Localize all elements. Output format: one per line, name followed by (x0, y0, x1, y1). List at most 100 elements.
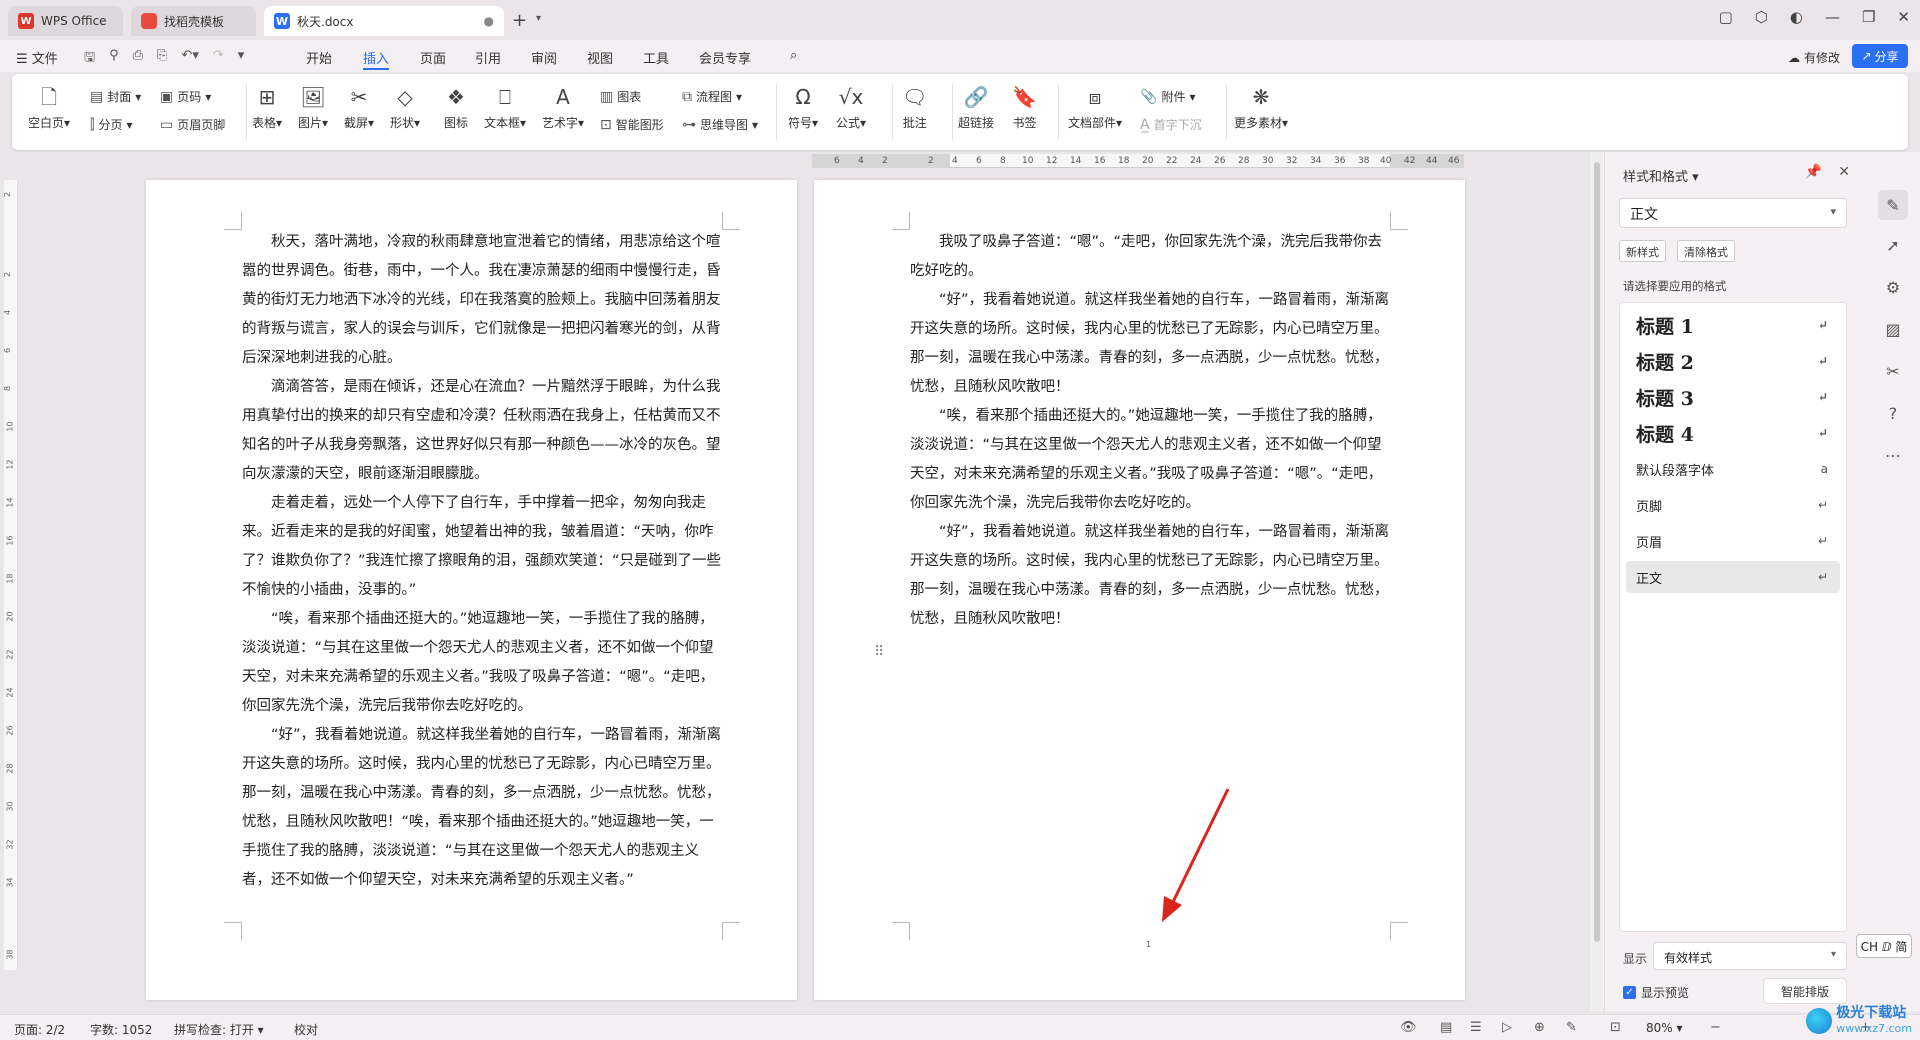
spellcheck-status[interactable]: 拼写检查: 打开 ▾ (174, 1021, 264, 1038)
restore-layout-icon[interactable]: ▢ (1719, 8, 1733, 26)
menu-page[interactable]: 页面 (420, 48, 446, 67)
scrollbar-thumb[interactable] (1594, 162, 1600, 942)
symbol-button[interactable]: Ω 符号▾ (788, 84, 818, 131)
paragraph[interactable]: 滴滴答答，是雨在倾诉，还是心在流血？一片黯然浮于眼眸，为什么我用真挚付出的换来的… (242, 373, 724, 489)
pen-icon[interactable]: ✎ (1566, 1020, 1577, 1035)
more-assets-button[interactable]: ❋ 更多素材▾ (1234, 84, 1288, 131)
zoom-level[interactable]: 80% ▾ (1646, 1021, 1683, 1035)
fit-page-icon[interactable]: ⊡ (1610, 1020, 1621, 1035)
select-cursor-icon[interactable]: ➚ (1882, 234, 1904, 256)
doc-parts-button[interactable]: ⧈ 文档部件▾ (1068, 84, 1122, 131)
current-style-select[interactable]: 正文 ▾ (1619, 198, 1847, 228)
proofread-button[interactable]: 校对 (294, 1021, 318, 1038)
attachment-button[interactable]: 📎 附件 ▾ (1140, 88, 1195, 105)
play-icon[interactable]: ▷ (1502, 1020, 1512, 1035)
print-preview-icon[interactable]: ⎘ (157, 48, 167, 70)
drop-cap-button[interactable]: A̲ 首字下沉 (1140, 116, 1202, 133)
vertical-scrollbar[interactable] (1590, 152, 1604, 1012)
icon-button[interactable]: ❖ 图标 (444, 84, 468, 131)
more-quick-icon[interactable]: ▾ (238, 48, 245, 70)
style-normal[interactable]: 正文 ↵ (1626, 561, 1840, 593)
tab-close-dot-icon[interactable]: ● (484, 14, 494, 28)
file-menu[interactable]: ☰ 文件 (16, 48, 58, 67)
adjust-sliders-icon[interactable]: ⚙ (1882, 276, 1904, 298)
share-button[interactable]: ↗ 分享 (1852, 44, 1908, 68)
formula-button[interactable]: √x 公式▾ (836, 84, 866, 131)
new-tab-dropdown-icon[interactable]: ▾ (536, 13, 541, 24)
show-preview-checkbox[interactable]: ✓ 显示预览 (1623, 984, 1689, 1001)
user-avatar-icon[interactable]: ◐ (1790, 8, 1803, 26)
smart-shape-button[interactable]: ⊡ 智能图形 (600, 116, 664, 133)
screenshot-button[interactable]: ✂ 截屏▾ (344, 84, 374, 131)
paragraph[interactable]: 我吸了吸鼻子答道：“嗯”。“走吧，你回家先洗个澡，洗完后我带你去吃好吃的。 (910, 228, 1392, 286)
document-page-2[interactable]: 我吸了吸鼻子答道：“嗯”。“走吧，你回家先洗个澡，洗完后我带你去吃好吃的。 “好… (814, 180, 1465, 1000)
more-icon[interactable]: ⋯ (1882, 444, 1904, 466)
panel-title[interactable]: 样式和格式 ▾ (1623, 166, 1699, 185)
menu-tools[interactable]: 工具 (643, 48, 669, 67)
pin-icon[interactable]: 📌 (1805, 164, 1822, 180)
header-footer-button[interactable]: ▭ 页眉页脚 (160, 116, 225, 133)
smart-layout-button[interactable]: 智能排版 (1763, 978, 1847, 1004)
tab-template[interactable]: 找稻壳模板 (131, 6, 256, 36)
blank-page-button[interactable]: 🗋 空白页▾ (28, 84, 70, 131)
close-window-icon[interactable]: ✕ (1897, 8, 1910, 26)
show-styles-select[interactable]: 有效样式 ▾ (1653, 942, 1847, 970)
style-footer[interactable]: 页脚 ↵ (1626, 489, 1840, 521)
comment-button[interactable]: 🗨 批注 (902, 84, 927, 131)
zoom-out-icon[interactable]: − (1710, 1020, 1721, 1035)
style-heading-3[interactable]: 标题 3 ↵ (1626, 381, 1840, 413)
cube-icon[interactable]: ⬡ (1755, 8, 1768, 26)
style-heading-2[interactable]: 标题 2 ↵ (1626, 345, 1840, 377)
textbox-button[interactable]: ⎕ 文本框▾ (484, 84, 526, 131)
new-style-button[interactable]: 新样式 (1619, 240, 1666, 262)
table-button[interactable]: ⊞ 表格▾ (252, 84, 282, 131)
save-icon[interactable]: 🖫 (84, 48, 95, 70)
paragraph[interactable]: 走着走着，远处一个人停下了自行车，手中撑着一把伞，匆匆向我走来。近看走来的是我的… (242, 489, 724, 605)
flowchart-button[interactable]: ⧉ 流程图 ▾ (682, 88, 742, 105)
search-doc-icon[interactable]: ⚲ (109, 48, 119, 70)
help-icon[interactable]: ? (1882, 402, 1904, 424)
paragraph[interactable]: “唉，看来那个插曲还挺大的。”她逗趣地一笑，一手揽住了我的胳膊，淡淡说道：“与其… (242, 605, 724, 721)
page-count[interactable]: 页面: 2/2 (14, 1021, 65, 1038)
redo-icon[interactable]: ↷ (213, 48, 224, 70)
image-edit-icon[interactable]: ▨ (1882, 318, 1904, 340)
outline-view-icon[interactable]: ☰ (1470, 1020, 1482, 1035)
maximize-icon[interactable]: ❐ (1862, 8, 1875, 26)
menu-review[interactable]: 审阅 (531, 48, 557, 67)
style-heading-4[interactable]: 标题 4 ↵ (1626, 417, 1840, 449)
tools-icon[interactable]: ✂ (1882, 360, 1904, 382)
input-method-indicator[interactable]: CH ⅅ 简 (1856, 934, 1912, 958)
page1-body-text[interactable]: 秋天，落叶满地，冷寂的秋雨肆意地宣泄着它的情绪，用悲凉给这个喧嚣的世界调色。街巷… (242, 228, 724, 895)
picture-button[interactable]: 🖼 图片▾ (298, 84, 328, 131)
menu-view[interactable]: 视图 (587, 48, 613, 67)
menu-member[interactable]: 会员专享 (699, 48, 751, 67)
paragraph[interactable]: 秋天，落叶满地，冷寂的秋雨肆意地宣泄着它的情绪，用悲凉给这个喧嚣的世界调色。街巷… (242, 228, 724, 373)
bookmark-button[interactable]: 🔖 书签 (1012, 84, 1037, 131)
paragraph[interactable]: “好”，我看着她说道。就这样我坐着她的自行车，一路冒着雨，渐渐离开这失意的场所。… (910, 286, 1392, 402)
page2-body-text[interactable]: 我吸了吸鼻子答道：“嗯”。“走吧，你回家先洗个澡，洗完后我带你去吃好吃的。 “好… (910, 228, 1392, 634)
mindmap-button[interactable]: ⊶ 思维导图 ▾ (682, 116, 758, 133)
cover-button[interactable]: ▤ 封面 ▾ (90, 88, 141, 105)
word-count[interactable]: 字数: 1052 (90, 1021, 152, 1038)
document-page-1[interactable]: 秋天，落叶满地，冷寂的秋雨肆意地宣泄着它的情绪，用悲凉给这个喧嚣的世界调色。街巷… (146, 180, 797, 1000)
undo-icon[interactable]: ↶▾ (181, 48, 198, 70)
style-default-paragraph-font[interactable]: 默认段落字体 a (1626, 453, 1840, 485)
paragraph[interactable]: “唉，看来那个插曲还挺大的。”她逗趣地一笑，一手揽住了我的胳膊，淡淡说道：“与其… (910, 402, 1392, 518)
menu-start[interactable]: 开始 (306, 48, 332, 67)
page-break-button[interactable]: ⫿ 分页 ▾ (90, 116, 133, 133)
hyperlink-button[interactable]: 🔗 超链接 (958, 84, 994, 131)
page-number-button[interactable]: ▣ 页码 ▾ (160, 88, 211, 105)
drag-handle-icon[interactable]: ⠿ (874, 644, 884, 660)
page-view-icon[interactable]: ▤ (1440, 1020, 1452, 1035)
style-header[interactable]: 页眉 ↵ (1626, 525, 1840, 557)
web-view-icon[interactable]: ⊕ (1534, 1020, 1545, 1035)
tab-document[interactable]: W 秋天.docx ● (264, 6, 504, 36)
new-tab-plus-icon[interactable]: + (512, 10, 527, 31)
wordart-button[interactable]: A 艺术字▾ (542, 84, 584, 131)
minimize-icon[interactable]: — (1825, 8, 1840, 26)
search-icon[interactable]: ⌕ (790, 48, 797, 63)
shape-button[interactable]: ◇ 形状▾ (390, 84, 420, 131)
paragraph[interactable]: “好”，我看着她说道。就这样我坐着她的自行车，一路冒着雨，渐渐离开这失意的场所。… (910, 518, 1392, 634)
tab-wps-office[interactable]: W WPS Office (8, 6, 123, 36)
paragraph[interactable]: “好”，我看着她说道。就这样我坐着她的自行车，一路冒着雨，渐渐离开这失意的场所。… (242, 721, 724, 895)
